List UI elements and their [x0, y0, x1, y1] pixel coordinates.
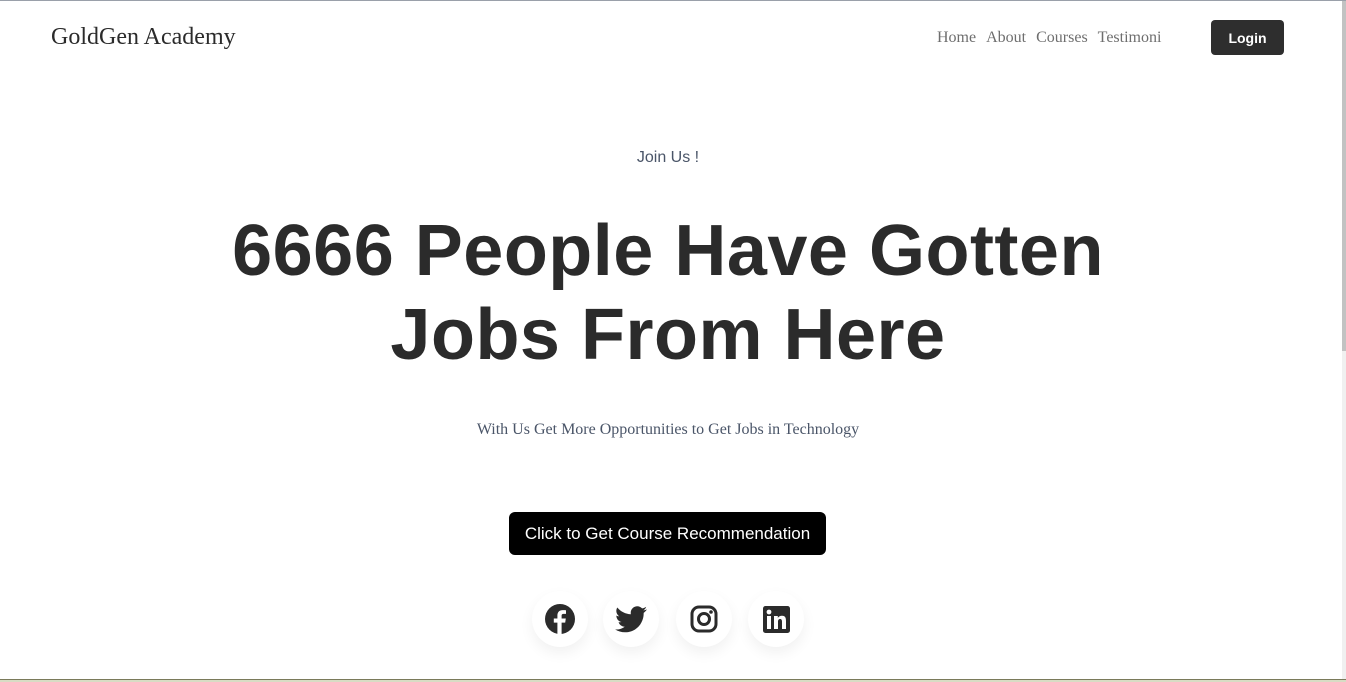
hero-eyebrow: Join Us !	[636, 149, 700, 166]
instagram-icon	[690, 605, 718, 633]
hero-subtitle: With Us Get More Opportunities to Get Jo…	[476, 421, 860, 438]
brand-logo-text[interactable]: GoldGen Academy	[51, 22, 236, 52]
instagram-link[interactable]	[676, 591, 732, 647]
scrollbar-thumb[interactable]	[1342, 1, 1346, 351]
main-nav: Home About Courses Testimoni	[937, 28, 1161, 48]
facebook-icon	[545, 604, 575, 634]
nav-link-home[interactable]: Home	[937, 28, 976, 48]
facebook-link[interactable]	[532, 591, 588, 647]
linkedin-icon	[762, 605, 790, 633]
hero-headline: 6666 People Have Gotten Jobs From Here	[0, 209, 1336, 377]
nav-link-testimoni[interactable]: Testimoni	[1098, 28, 1162, 48]
twitter-icon	[615, 605, 647, 632]
course-recommendation-button[interactable]: Click to Get Course Recommendation	[509, 512, 826, 555]
linkedin-link[interactable]	[748, 591, 804, 647]
twitter-link[interactable]	[603, 591, 659, 647]
window-top-border	[0, 0, 1346, 1]
login-button[interactable]: Login	[1211, 20, 1284, 55]
hero-headline-line-1: 6666 People Have Gotten	[232, 211, 1104, 291]
hero-headline-line-2: Jobs From Here	[390, 295, 946, 375]
nav-link-about[interactable]: About	[986, 28, 1026, 48]
nav-link-courses[interactable]: Courses	[1036, 28, 1088, 48]
